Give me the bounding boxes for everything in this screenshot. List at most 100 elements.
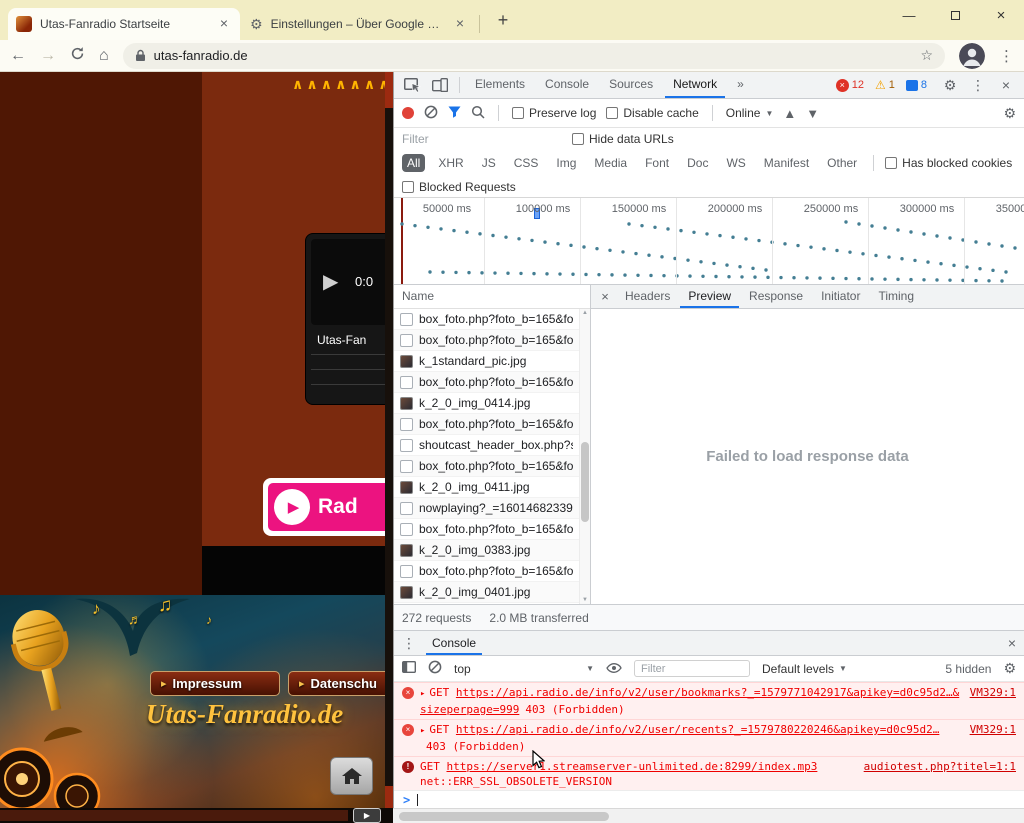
table-row[interactable]: box_foto.php?foto_b=165&fo [394,309,579,330]
type-filter-img[interactable]: Img [551,154,581,172]
table-row[interactable]: box_foto.php?foto_b=165&fo [394,561,579,582]
address-bar[interactable]: utas-fanradio.de ☆ [123,43,945,69]
table-row[interactable]: k_2_0_img_0414.jpg [394,393,579,414]
type-filter-font[interactable]: Font [640,154,674,172]
log-levels-dropdown[interactable]: Default levels ▼ [762,662,847,676]
new-tab-button[interactable]: + [492,10,514,31]
type-filter-doc[interactable]: Doc [682,154,713,172]
bookmark-star-icon[interactable]: ☆ [920,47,933,64]
type-filter-ws[interactable]: WS [721,154,750,172]
devtools-close-icon[interactable]: × [994,74,1018,96]
error-badge[interactable]: × 12 [836,79,864,92]
disable-cache-checkbox[interactable]: Disable cache [606,106,698,120]
type-filter-css[interactable]: CSS [509,154,544,172]
name-column-header[interactable]: Name [394,285,590,309]
device-toolbar-icon[interactable] [428,74,452,96]
warning-badge[interactable]: ⚠ 1 [875,78,895,92]
radio-de-logo-box[interactable]: ▶ Rad [263,478,385,536]
console-source-link[interactable]: VM329:1 [970,722,1016,737]
clear-console-button[interactable] [428,660,442,677]
datenschutz-button[interactable]: ▸ Datenschu [288,671,385,696]
tab-sources[interactable]: Sources [601,72,661,98]
table-row[interactable]: box_foto.php?foto_b=165&fo [394,414,579,435]
table-row[interactable]: nowplaying?_=160146823392 [394,498,579,519]
issues-badge[interactable]: 8 [906,79,927,91]
filter-toggle-button[interactable] [448,106,461,121]
play-icon[interactable]: ▶ [323,269,338,294]
detail-tab-timing[interactable]: Timing [870,285,922,308]
inspect-element-icon[interactable] [400,74,424,96]
network-settings-gear-icon[interactable]: ⚙ [1003,105,1016,122]
more-tabs-chevron[interactable]: » [729,72,752,98]
page-horizontal-scrollbar[interactable]: ▶ [0,808,393,823]
table-row[interactable]: k_2_0_img_0401.jpg [394,582,579,603]
tab-network[interactable]: Network [665,72,725,98]
record-button[interactable] [402,107,414,119]
forward-button[interactable]: → [40,48,56,64]
table-row[interactable]: box_foto.php?foto_b=165&fo [394,456,579,477]
tab-console[interactable]: Console [537,72,597,98]
minimize-button[interactable]: — [886,0,932,34]
timeline-overview[interactable]: 50000 ms100000 ms150000 ms200000 ms25000… [394,198,1024,285]
devtools-menu-icon[interactable]: ⋮ [966,74,990,96]
hide-data-urls-checkbox[interactable]: Hide data URLs [572,132,674,146]
tab-utas-fanradio[interactable]: Utas-Fanradio Startseite × [8,8,240,40]
scrollbar-thumb[interactable] [399,812,609,821]
detail-tab-headers[interactable]: Headers [617,285,678,308]
type-filter-manifest[interactable]: Manifest [759,154,814,172]
scrollbar-bottom-cap[interactable] [385,786,393,808]
table-row[interactable]: k_2_0_img_0383.jpg [394,540,579,561]
console-filter-input[interactable] [634,660,750,677]
error-url-link[interactable]: https://server1.streamserver-unlimited.d… [447,760,818,773]
clear-button[interactable] [424,105,438,122]
execution-context-dropdown[interactable]: top ▼ [454,662,594,676]
back-button[interactable]: ← [10,48,26,64]
search-button[interactable] [471,105,485,122]
scroll-up-icon[interactable]: ▲ [580,310,590,316]
scroll-right-button[interactable]: ▶ [353,808,381,823]
tab-settings[interactable]: ⚙ Einstellungen – Über Google Chr × [242,8,476,40]
scroll-to-top-button[interactable] [330,757,373,795]
detail-tab-preview[interactable]: Preview [680,285,739,308]
home-button[interactable]: ⌂ [99,48,109,64]
table-row[interactable]: box_foto.php?foto_b=165&fo [394,372,579,393]
scrollbar-thumb[interactable] [581,442,589,522]
import-har-button[interactable]: ▲ [783,106,796,121]
live-expression-eye-icon[interactable] [606,662,622,676]
detail-tab-response[interactable]: Response [741,285,811,308]
page-vertical-scrollbar[interactable] [385,72,393,808]
console-source-link[interactable]: audiotest.php?titel=1:1 [864,759,1016,774]
scroll-down-icon[interactable]: ▼ [580,597,590,603]
close-window-button[interactable]: × [978,0,1024,34]
devtools-settings-gear-icon[interactable]: ⚙ [938,74,962,96]
network-filter-input[interactable] [402,132,552,146]
reload-button[interactable] [70,46,85,65]
expand-arrow-icon[interactable]: ▸ [420,726,425,736]
impressum-button[interactable]: ▸ Impressum [150,671,280,696]
type-filter-media[interactable]: Media [589,154,632,172]
maximize-button[interactable] [932,0,978,34]
tab-elements[interactable]: Elements [467,72,533,98]
console-horizontal-scrollbar[interactable] [393,808,1024,823]
type-filter-js[interactable]: JS [477,154,501,172]
export-har-button[interactable]: ▼ [806,106,819,121]
console-source-link[interactable]: VM329:1 [970,685,1016,700]
console-settings-gear-icon[interactable]: ⚙ [1003,660,1016,677]
close-drawer-icon[interactable]: × [1008,635,1016,651]
table-row[interactable]: k_1standard_pic.jpg [394,351,579,372]
type-filter-xhr[interactable]: XHR [433,154,468,172]
has-blocked-cookies-checkbox[interactable]: Has blocked cookies [885,156,1012,170]
blocked-requests-checkbox[interactable]: Blocked Requests [402,180,516,194]
console-sidebar-toggle-icon[interactable] [402,661,416,676]
table-row[interactable]: shoutcast_header_box.php?se [394,435,579,456]
table-row[interactable]: k_2_0_img_0411.jpg [394,477,579,498]
audio-player-widget[interactable]: ▶ 0:0 Utas-Fan [305,233,385,405]
tab-close-icon[interactable]: × [452,16,468,32]
detail-tab-initiator[interactable]: Initiator [813,285,868,308]
drawer-menu-icon[interactable]: ⋮ [402,635,416,652]
table-row[interactable]: box_foto.php?foto_b=165&fo [394,519,579,540]
scrollbar-top-cap[interactable] [385,72,393,108]
console-drawer-tab[interactable]: Console [426,631,482,655]
expand-arrow-icon[interactable]: ▸ [420,689,425,699]
type-filter-all[interactable]: All [402,154,425,172]
